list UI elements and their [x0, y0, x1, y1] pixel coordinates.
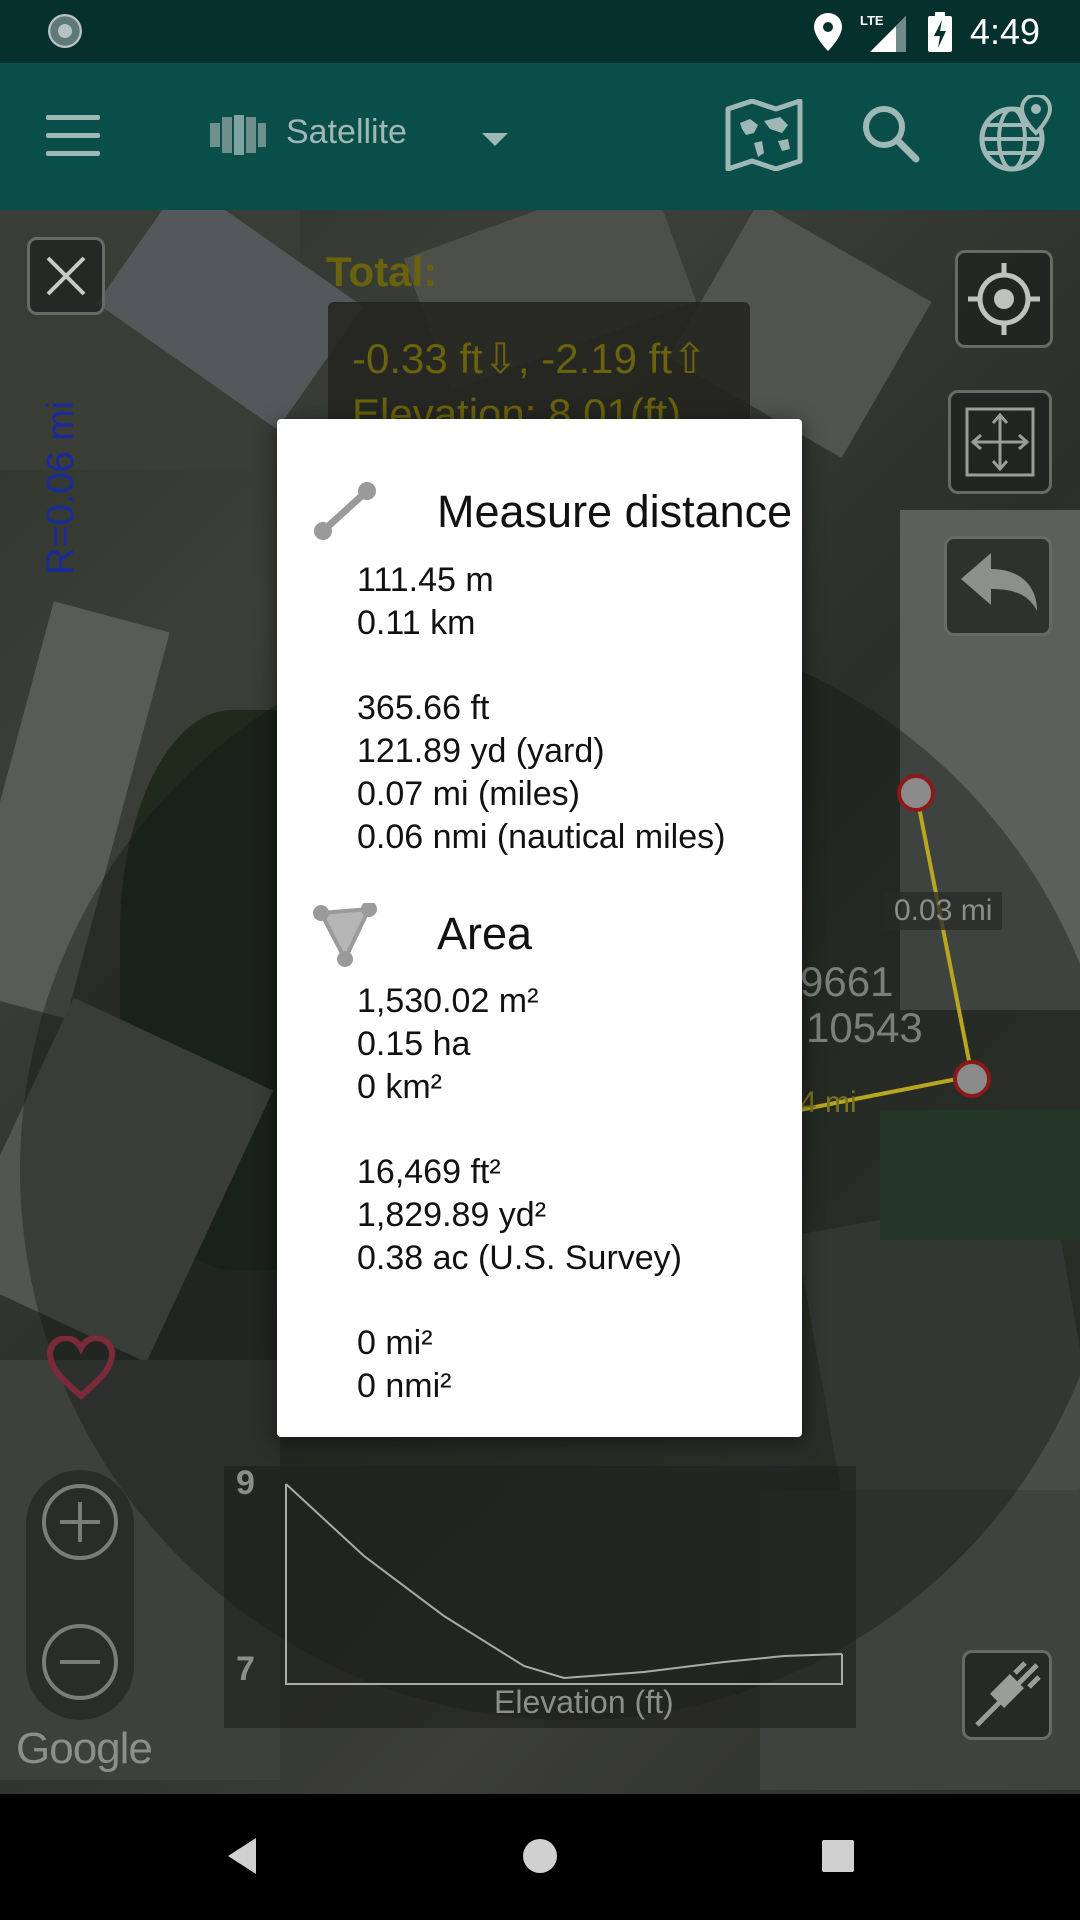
clock: 4:49 — [969, 10, 1040, 52]
area-title: Area — [437, 908, 533, 959]
recents-icon[interactable] — [818, 1834, 858, 1883]
coordinate-text: 9661 — [800, 958, 894, 1005]
zoom-in-button[interactable] — [40, 1482, 120, 1567]
menu-icon[interactable] — [46, 115, 100, 157]
area-values: 1,530.02 m² 0.15 ha 0 km² 16,469 ft² 1,8… — [357, 980, 682, 1408]
signal-icon: LTE — [860, 12, 910, 52]
home-icon[interactable] — [520, 1834, 560, 1883]
distance-meters: 111.45 m — [357, 561, 494, 599]
back-icon[interactable] — [222, 1834, 262, 1883]
status-bar: LTE 4:49 — [0, 0, 1080, 63]
app-bar: Satellite — [0, 63, 1080, 210]
distance-nautical-miles: 0.06 nmi (nautical miles) — [357, 818, 726, 856]
location-icon — [813, 12, 842, 51]
undo-button[interactable] — [944, 536, 1052, 636]
my-location-button[interactable] — [955, 250, 1053, 348]
globe-location-icon[interactable] — [978, 92, 1054, 180]
plugin-toggle-button[interactable] — [962, 1650, 1052, 1740]
elevation-y-min: 7 — [236, 1650, 255, 1688]
distance-values: 111.45 m 0.11 km 365.66 ft 121.89 yd (ya… — [357, 559, 725, 859]
undo-icon — [961, 553, 1037, 611]
area-square-kilometers: 0 km² — [357, 1068, 442, 1106]
map-type-selector[interactable]: Satellite — [286, 113, 407, 152]
status-icons: LTE 4:49 — [813, 0, 1040, 63]
app-notification-icon — [48, 14, 82, 48]
elevation-x-label: Elevation (ft) — [494, 1684, 674, 1720]
distance-kilometers: 0.11 km — [357, 604, 476, 642]
plus-circle-icon — [42, 1484, 118, 1560]
navigation-bar — [0, 1794, 1080, 1920]
total-panel: -0.33 ft⇩, -2.19 ft⇧ Elevation: 8.01(ft) — [328, 302, 750, 422]
route-marker[interactable] — [897, 774, 935, 812]
distance-title: Measure distance — [437, 486, 793, 537]
total-title: Total: — [326, 248, 438, 295]
distance-line-icon — [313, 481, 377, 546]
google-logo: Google — [16, 1724, 153, 1773]
area-square-miles: 0 mi² — [357, 1324, 433, 1362]
zoom-out-button[interactable] — [40, 1622, 120, 1707]
area-acres: 0.38 ac (U.S. Survey) — [357, 1239, 683, 1277]
segment-distance-label: 0.03 mi — [884, 892, 1003, 930]
area-square-yards: 1,829.89 yd² — [357, 1196, 547, 1234]
polygon-area-icon — [313, 901, 377, 972]
distance-yards: 121.89 yd (yard) — [357, 732, 605, 770]
network-type-label: LTE — [860, 13, 884, 28]
close-measure-button[interactable] — [27, 237, 105, 315]
measurement-dialog: Measure distance 111.45 m 0.11 km 365.66… — [277, 419, 802, 1437]
favorite-heart-icon[interactable] — [46, 1334, 116, 1405]
battery-charging-icon — [927, 11, 952, 52]
area-square-feet: 16,469 ft² — [357, 1153, 501, 1191]
route-marker[interactable] — [953, 1060, 991, 1098]
elevation-y-max: 9 — [236, 1464, 255, 1502]
distance-feet: 365.66 ft — [357, 689, 490, 727]
radius-label: R=0.06 mi — [40, 400, 82, 575]
total-elevation-change: -0.33 ft⇩, -2.19 ft⇧ — [352, 335, 708, 382]
area-hectares: 0.15 ha — [357, 1025, 471, 1063]
distance-miles: 0.07 mi (miles) — [357, 775, 580, 813]
area-square-nautical-miles: 0 nmi² — [357, 1367, 452, 1405]
segment-distance-label: 4 mi — [800, 1086, 857, 1119]
layers-icon[interactable] — [210, 115, 266, 160]
minus-circle-icon — [42, 1624, 118, 1700]
world-map-icon[interactable] — [724, 98, 804, 176]
area-square-meters: 1,530.02 m² — [357, 982, 539, 1020]
plug-icon — [975, 1661, 1041, 1727]
screen: LTE 4:49 Satellite R=0.06 mi Total: -0.3… — [0, 0, 1080, 1920]
fit-bounds-button[interactable] — [948, 390, 1052, 494]
chevron-down-icon[interactable] — [482, 133, 508, 146]
total-elevation: Elevation: 8.01(ft) — [352, 390, 682, 422]
crosshair-icon — [968, 263, 1040, 335]
search-icon[interactable] — [860, 103, 920, 168]
expand-arrows-icon — [965, 407, 1035, 477]
coordinate-text: 10543 — [806, 1004, 923, 1051]
